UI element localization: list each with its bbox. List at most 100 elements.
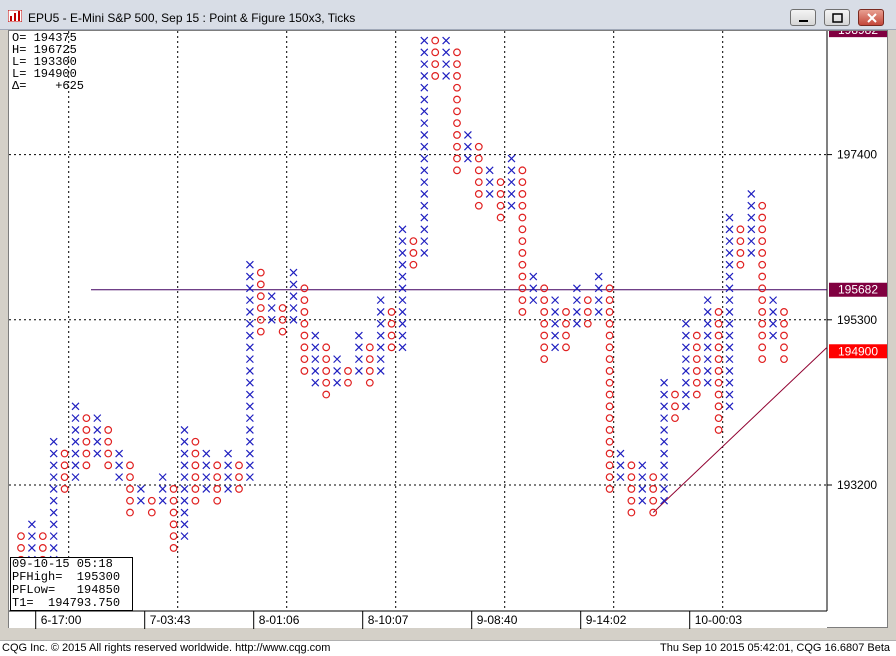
x-box bbox=[311, 331, 320, 340]
x-box bbox=[594, 296, 603, 305]
o-box bbox=[540, 284, 549, 293]
o-box bbox=[714, 308, 723, 316]
o-box bbox=[474, 142, 483, 151]
o-box bbox=[344, 367, 352, 375]
x-box bbox=[660, 485, 669, 493]
o-box bbox=[474, 201, 483, 210]
x-tick-label: 7-03:43 bbox=[150, 613, 191, 627]
o-box bbox=[518, 166, 527, 175]
o-box bbox=[605, 343, 614, 352]
o-box bbox=[714, 414, 723, 423]
last-price-label: 194900 bbox=[838, 344, 878, 358]
x-box bbox=[572, 308, 581, 316]
o-box bbox=[300, 367, 309, 375]
o-box bbox=[474, 154, 483, 163]
maximize-button[interactable] bbox=[824, 9, 850, 26]
x-box bbox=[420, 48, 429, 57]
point-figure-chart[interactable]: 197400 195300 193200 6-17:00 7-03:43 8-01:06 8… bbox=[9, 31, 889, 629]
y-tick-label: 195300 bbox=[837, 313, 877, 327]
o-box bbox=[780, 319, 788, 328]
o-box bbox=[758, 343, 767, 352]
close-button[interactable] bbox=[858, 9, 884, 26]
x-box bbox=[660, 473, 669, 482]
x-tick-label: 8-10:07 bbox=[368, 613, 409, 627]
o-box bbox=[82, 461, 91, 470]
o-box bbox=[692, 331, 701, 340]
o-box bbox=[191, 473, 200, 482]
o-box bbox=[169, 544, 178, 552]
o-box bbox=[583, 308, 592, 316]
o-box bbox=[649, 496, 658, 505]
o-box bbox=[474, 166, 483, 175]
o-box bbox=[38, 544, 47, 552]
x-box bbox=[267, 304, 276, 312]
o-box bbox=[540, 331, 549, 340]
o-box bbox=[496, 201, 505, 210]
o-box bbox=[692, 378, 701, 387]
x-box bbox=[49, 437, 58, 446]
o-box bbox=[235, 473, 243, 482]
x-box bbox=[245, 414, 254, 423]
x-box bbox=[245, 449, 254, 458]
o-box bbox=[104, 437, 113, 446]
o-box bbox=[191, 496, 200, 505]
x-box bbox=[725, 213, 734, 222]
o-box bbox=[300, 296, 309, 305]
o-box bbox=[453, 142, 461, 151]
o-box bbox=[649, 485, 658, 493]
x-tick-label: 8-01:06 bbox=[259, 613, 300, 627]
x-box bbox=[311, 343, 320, 352]
o-box bbox=[605, 331, 614, 340]
window-title: EPU5 - E-Mini S&P 500, Sep 15 : Point & … bbox=[28, 11, 356, 25]
x-box bbox=[245, 260, 254, 269]
minimize-icon bbox=[799, 20, 808, 22]
o-box bbox=[758, 296, 767, 305]
o-box bbox=[605, 449, 614, 458]
o-box bbox=[300, 284, 309, 293]
x-box bbox=[616, 449, 625, 458]
x-box bbox=[180, 449, 189, 458]
x-box bbox=[376, 308, 385, 316]
x-box bbox=[27, 544, 36, 552]
x-box bbox=[420, 190, 429, 198]
x-box bbox=[420, 142, 429, 151]
x-box bbox=[289, 292, 298, 301]
o-box bbox=[365, 343, 374, 352]
o-box bbox=[736, 237, 745, 246]
x-box bbox=[180, 496, 189, 505]
x-box bbox=[442, 60, 451, 69]
o-box bbox=[278, 327, 287, 336]
x-box bbox=[725, 355, 734, 364]
o-box bbox=[627, 496, 636, 505]
x-box bbox=[245, 378, 254, 387]
x-box bbox=[485, 190, 494, 198]
title-bar[interactable]: EPU5 - E-Mini S&P 500, Sep 15 : Point & … bbox=[0, 0, 896, 30]
o-box bbox=[169, 496, 178, 505]
minimize-button[interactable] bbox=[790, 9, 816, 26]
o-box bbox=[518, 308, 527, 316]
chart-area[interactable]: 197400 195300 193200 6-17:00 7-03:43 8-01:06 8… bbox=[8, 30, 889, 629]
x-box bbox=[638, 496, 647, 505]
x-box bbox=[703, 343, 712, 352]
o-box bbox=[780, 308, 788, 316]
x-box bbox=[180, 473, 189, 482]
ohlc-readout: O= 194375 H= 196725 L= 193300 L= 194900 … bbox=[12, 32, 84, 92]
x-box bbox=[398, 308, 407, 316]
x-box bbox=[725, 331, 734, 340]
x-box bbox=[376, 296, 385, 305]
o-box bbox=[714, 319, 723, 328]
o-box bbox=[540, 343, 549, 352]
x-box bbox=[202, 473, 211, 482]
x-box bbox=[703, 355, 712, 364]
o-box bbox=[453, 131, 461, 139]
o-box bbox=[60, 461, 69, 470]
x-box bbox=[594, 284, 603, 293]
x-box bbox=[660, 414, 669, 423]
x-box bbox=[681, 355, 690, 364]
o-box bbox=[736, 225, 745, 234]
x-box bbox=[27, 520, 36, 529]
x-box bbox=[245, 272, 254, 281]
o-box bbox=[365, 355, 374, 364]
x-box bbox=[398, 284, 407, 293]
o-box bbox=[605, 437, 614, 446]
